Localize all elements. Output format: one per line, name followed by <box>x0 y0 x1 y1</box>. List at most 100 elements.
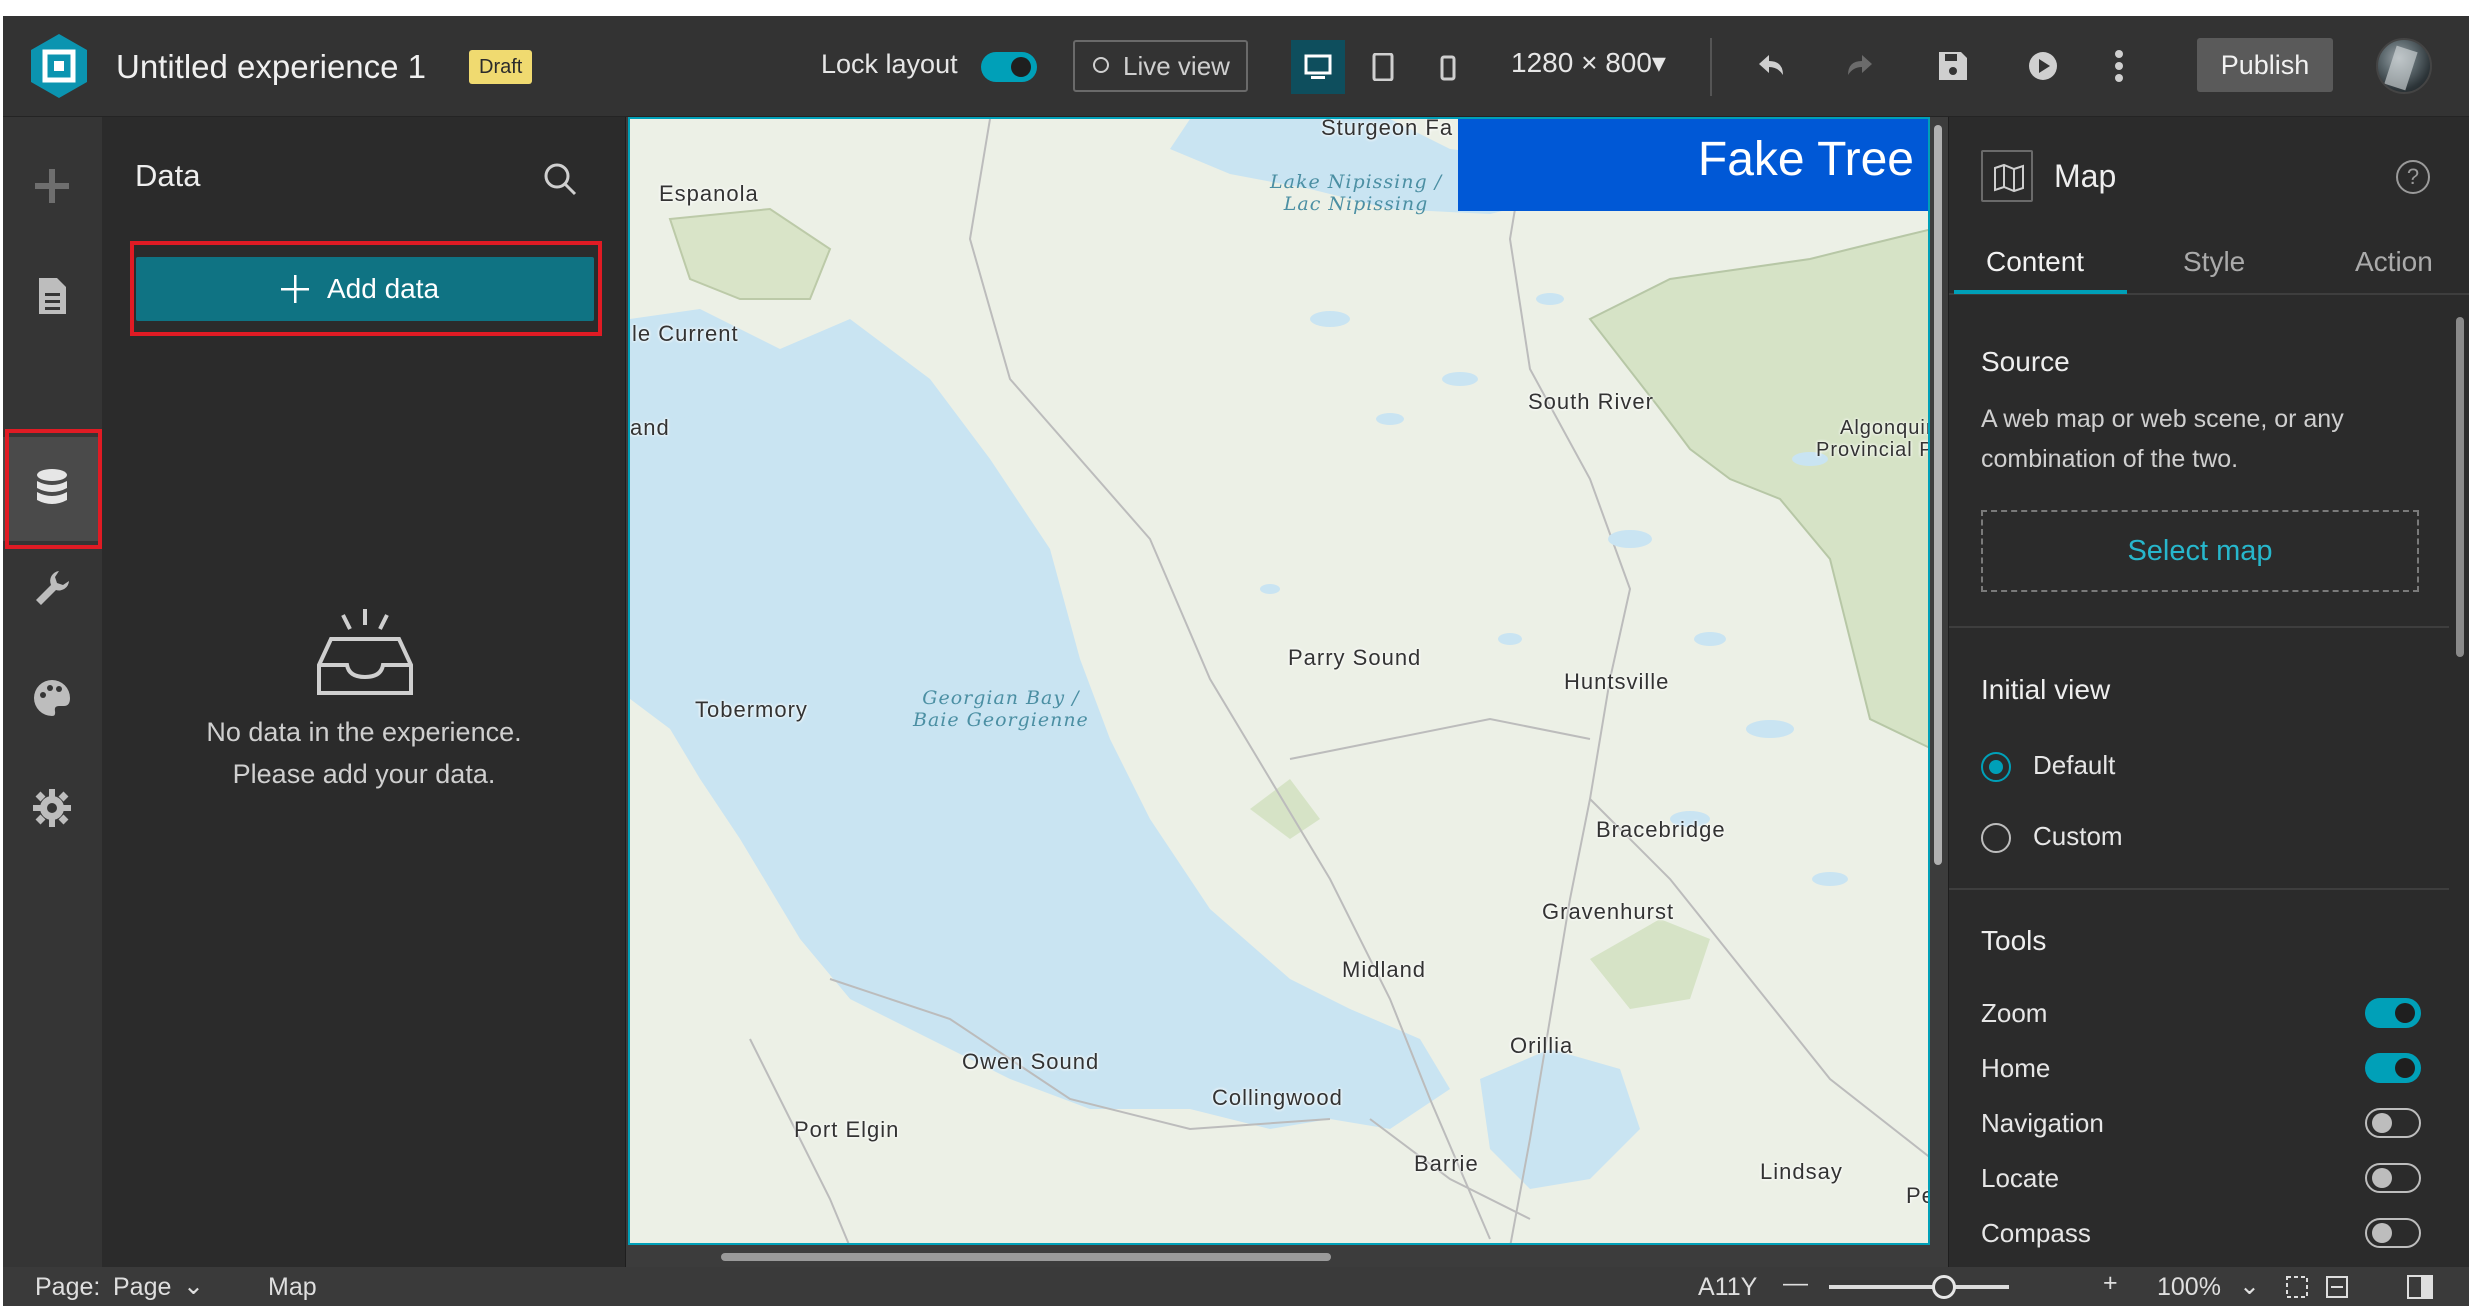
user-avatar[interactable] <box>2376 38 2432 94</box>
page-button[interactable] <box>3 245 102 349</box>
data-panel-title: Data <box>135 158 201 193</box>
add-data-label: Add data <box>327 273 440 304</box>
map-label: Orillia <box>1510 1033 1574 1058</box>
map-label: Midland <box>1342 957 1427 982</box>
empty-data-message: No data in the experience. Please add yo… <box>102 711 626 795</box>
zoom-slider-track[interactable] <box>1829 1285 2009 1289</box>
canvas-horizontal-scrollbar-track <box>626 1245 1936 1267</box>
section-divider <box>1949 626 2449 628</box>
status-bar: Page: Page ⌄ Map A11Y — + 100% ⌄ <box>3 1267 2469 1306</box>
more-options-button[interactable] <box>2095 42 2143 90</box>
map-label: Sturgeon Fa <box>1321 117 1454 140</box>
redo-button[interactable] <box>1836 42 1884 90</box>
zoom-out-button[interactable]: — <box>1783 1269 1808 1298</box>
tab-style[interactable]: Style <box>2183 246 2245 278</box>
map-label: Parry Sound <box>1288 645 1422 670</box>
save-button[interactable] <box>1929 42 1977 90</box>
custom-view-radio[interactable] <box>1981 823 2011 853</box>
draft-badge: Draft <box>469 50 533 84</box>
tool-compass-toggle[interactable] <box>2365 1218 2421 1248</box>
tool-zoom-toggle[interactable] <box>2365 998 2421 1028</box>
tool-locate-toggle[interactable] <box>2365 1163 2421 1193</box>
resolution-dropdown[interactable]: 1280 × 800▾ <box>1511 46 1666 79</box>
fit-height-icon[interactable] <box>2325 1275 2349 1306</box>
chevron-down-icon[interactable]: ⌄ <box>183 1271 204 1301</box>
settings-title: Map <box>2054 158 2117 194</box>
tool-locate-label: Locate <box>1981 1163 2060 1193</box>
tool-navigation-toggle[interactable] <box>2365 1108 2421 1138</box>
source-description: A web map or web scene, or any combinati… <box>1981 405 2344 473</box>
app-logo-icon[interactable] <box>25 32 93 100</box>
map-label: Tobermory <box>695 697 808 722</box>
map-label: Owen Sound <box>962 1049 1100 1074</box>
experience-title[interactable]: Untitled experience 1 <box>116 48 426 86</box>
map-widget[interactable]: Lake Nipissing / Lac Nipissing Georgian B… <box>628 117 1930 1245</box>
redo-icon <box>1848 55 1872 75</box>
map-label: Gravenhurst <box>1542 899 1675 924</box>
a11y-button[interactable]: A11Y <box>1698 1273 1757 1302</box>
data-button-highlight <box>5 429 102 549</box>
empty-line-2: Please add your data. <box>232 759 496 789</box>
lake-nipissing-label: Lake Nipissing / Lac Nipissing <box>1270 171 1443 215</box>
georgian-bay-label: Georgian Bay / Baie Georgienne <box>913 687 1089 731</box>
active-tab-indicator <box>1954 290 2127 294</box>
insert-widget-button[interactable] <box>3 135 102 239</box>
canvas-horizontal-scrollbar[interactable] <box>721 1253 1331 1261</box>
help-icon[interactable]: ? <box>2396 160 2430 194</box>
map-label: Bracebridge <box>1596 817 1726 842</box>
desktop-device-button[interactable] <box>1291 40 1345 94</box>
widget-settings-panel: Map ? Content Style Action Source A web … <box>1948 117 2469 1267</box>
fit-width-icon[interactable] <box>2285 1275 2309 1306</box>
tablet-device-button[interactable] <box>1356 40 1410 94</box>
undo-icon <box>1759 55 1783 75</box>
left-nav-rail: ? <box>3 117 102 1306</box>
section-divider <box>1949 888 2449 890</box>
toolbar-separator <box>1710 38 1712 96</box>
map-label: South River <box>1528 389 1654 414</box>
chevron-down-icon[interactable]: ⌄ <box>2239 1271 2260 1301</box>
settings-scrollbar[interactable] <box>2456 317 2464 657</box>
select-map-button[interactable]: Select map <box>1981 510 2419 592</box>
default-view-label: Default <box>2033 750 2116 780</box>
page-icon <box>39 278 66 314</box>
more-vertical-icon <box>2115 50 2123 82</box>
live-view-dot-icon <box>1093 57 1109 73</box>
play-icon <box>2029 52 2057 80</box>
tool-home-toggle[interactable] <box>2365 1053 2421 1083</box>
experience-builder-app: Untitled experience 1 Draft Lock layout … <box>3 16 2469 1306</box>
widgets-button[interactable] <box>3 537 102 641</box>
page-select[interactable]: Page <box>113 1273 171 1302</box>
data-panel: Data Add data No data in the experience.… <box>102 117 626 1267</box>
map-label: and <box>630 415 670 440</box>
map-label: Port Elgin <box>794 1117 900 1142</box>
tab-action[interactable]: Action <box>2355 246 2433 278</box>
tool-zoom-label: Zoom <box>1981 998 2048 1028</box>
live-view-label: Live view <box>1123 51 1230 81</box>
search-icon[interactable] <box>542 161 578 202</box>
tab-content[interactable]: Content <box>1986 246 2084 278</box>
zoom-level-select[interactable]: 100% <box>2157 1273 2221 1302</box>
zoom-in-button[interactable]: + <box>2103 1269 2118 1298</box>
preview-button[interactable] <box>2019 42 2067 90</box>
canvas-vertical-scrollbar[interactable] <box>1934 125 1942 865</box>
default-view-radio[interactable] <box>1981 752 2011 782</box>
page-canvas: Lake Nipissing / Lac Nipissing Georgian B… <box>626 117 1948 1267</box>
plus-icon <box>35 169 69 203</box>
undo-button[interactable] <box>1747 42 1795 90</box>
publish-button[interactable]: Publish <box>2197 38 2333 92</box>
map-label: Lindsay <box>1760 1159 1843 1184</box>
live-view-button[interactable]: Live view <box>1073 40 1248 92</box>
phone-device-button[interactable] <box>1421 40 1475 94</box>
zoom-slider-handle[interactable] <box>1932 1275 1957 1299</box>
save-icon <box>1939 52 1967 80</box>
breadcrumb-map[interactable]: Map <box>268 1273 317 1302</box>
settings-button[interactable] <box>3 757 102 861</box>
gear-icon <box>33 789 71 827</box>
map-icon <box>1981 150 2033 202</box>
add-data-button[interactable]: Add data <box>136 257 594 321</box>
lock-layout-toggle[interactable] <box>981 52 1037 82</box>
toggle-panel-icon[interactable] <box>2407 1275 2433 1306</box>
tool-home-label: Home <box>1981 1053 2051 1083</box>
tool-compass-label: Compass <box>1981 1218 2091 1248</box>
theme-button[interactable] <box>3 647 102 751</box>
